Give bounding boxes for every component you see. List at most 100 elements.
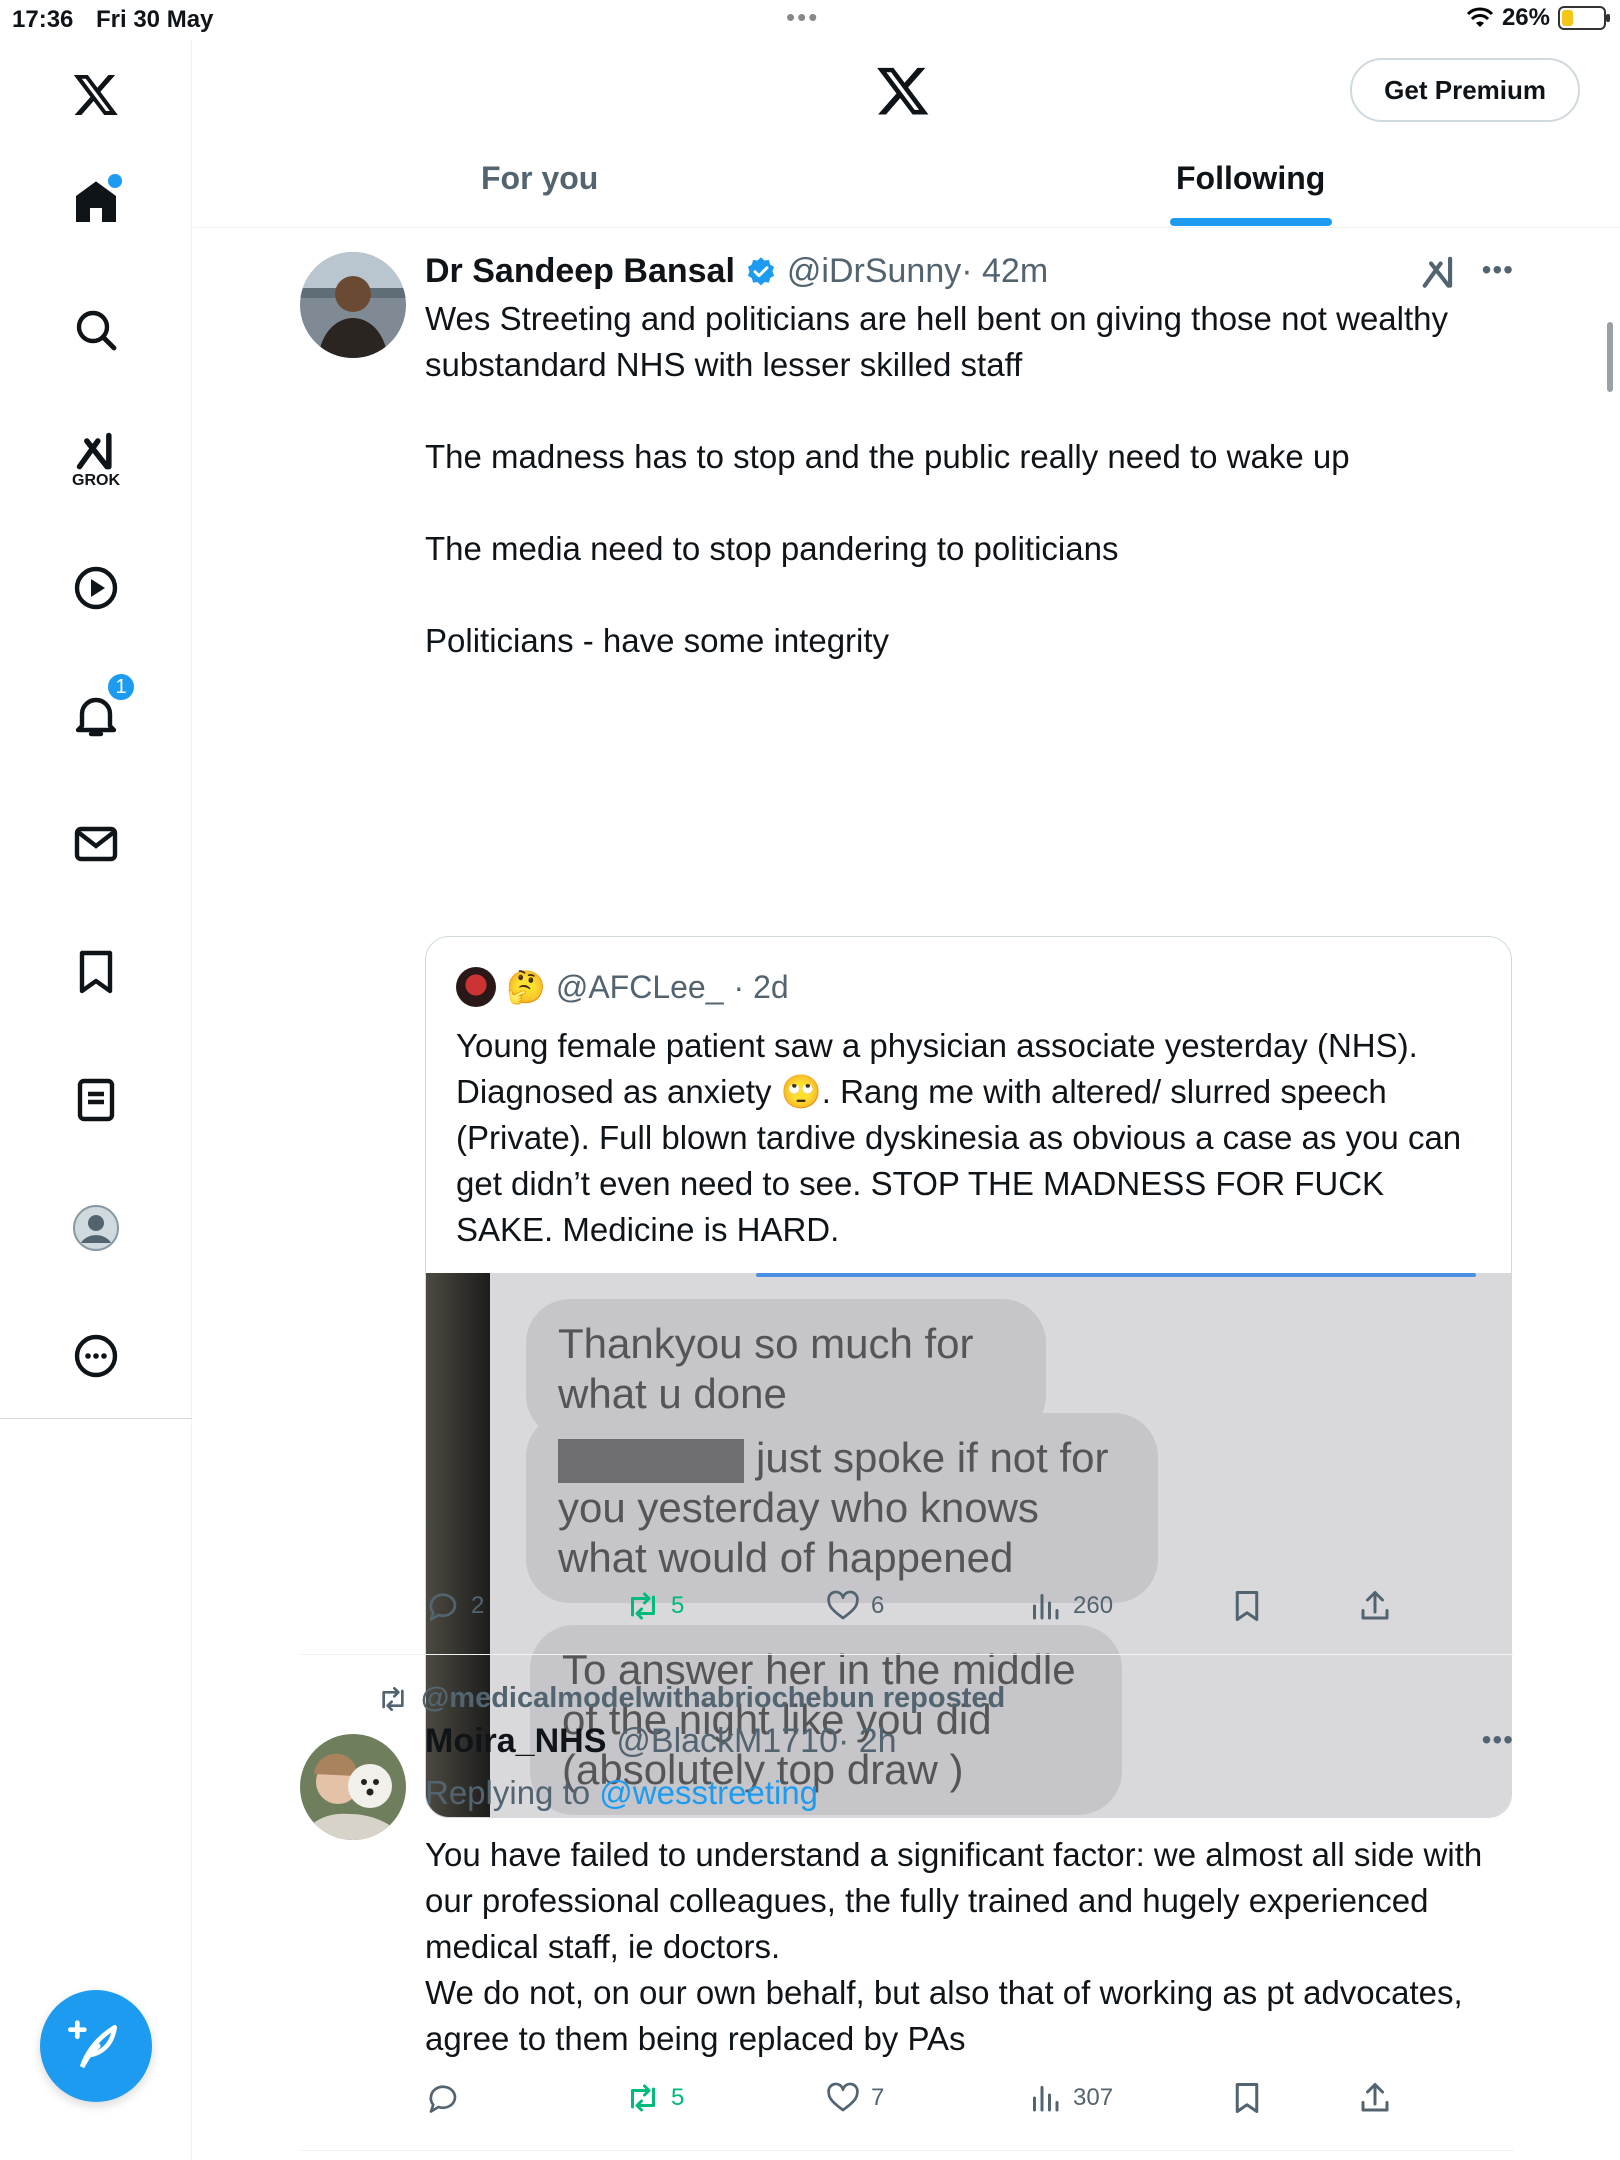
grok-icon[interactable] <box>1420 254 1458 292</box>
repost-icon <box>631 1592 655 1620</box>
sidebar-item-notifications[interactable]: 1 <box>64 672 136 748</box>
avatar[interactable] <box>300 1734 406 1840</box>
tweet[interactable]: Dr Sandeep Bansal @iDrSunny · 42m ••• We… <box>300 252 1514 1818</box>
heart-icon <box>827 2082 859 2112</box>
share-icon <box>1361 2083 1389 2112</box>
quote-avatar[interactable] <box>456 967 496 1007</box>
sidebar-item-messages[interactable] <box>64 812 128 876</box>
reply-icon <box>429 2085 457 2113</box>
repost-button[interactable]: 5 <box>625 2080 684 2116</box>
multitasking-dots-icon[interactable]: ••• <box>786 2 819 33</box>
sidebar-item-bookmarks[interactable] <box>64 940 128 1004</box>
reply-button[interactable]: 2 <box>425 1588 484 1624</box>
message-bubble: just spoke if not for you yesterday who … <box>526 1413 1158 1603</box>
sidebar-divider <box>0 1418 192 1419</box>
reply-count: 2 <box>471 1592 485 1619</box>
tweet[interactable]: @medicalmodelwithabriochebun reposted Mo… <box>300 1682 1514 2122</box>
share-button[interactable] <box>1357 1588 1393 1624</box>
repost-count: 5 <box>671 1592 685 1619</box>
tweet-actions: 5 7 307 <box>425 2080 1425 2124</box>
quote-handle[interactable]: @AFCLee_ <box>556 969 724 1006</box>
more-icon <box>74 1334 118 1378</box>
repost-button[interactable]: 5 <box>625 1588 684 1624</box>
status-right: 26% <box>1466 4 1610 32</box>
message-text: Thankyou so much for what u done <box>558 1320 974 1417</box>
quote-header: 🤔 @AFCLee_ · 2d <box>456 967 789 1007</box>
sidebar-item-home[interactable] <box>64 170 128 234</box>
sidebar-item-grok[interactable]: GROK <box>64 420 128 489</box>
quote-text: Young female patient saw a physician ass… <box>456 1027 1462 1248</box>
repost-indicator[interactable]: @medicalmodelwithabriochebun reposted <box>377 1682 1005 1715</box>
sidebar-item-lists[interactable] <box>64 1068 128 1132</box>
status-time: 17:36 <box>12 6 74 33</box>
like-count: 7 <box>871 2084 885 2111</box>
replying-to-link[interactable]: @wesstreeting <box>599 1774 818 1811</box>
status-bar: 17:36 Fri 30 May ••• 26% <box>0 0 1620 40</box>
bookmark-icon <box>79 950 113 994</box>
replying-to: Replying to @wesstreeting <box>425 1774 818 1812</box>
sidebar-item-search[interactable] <box>64 298 128 362</box>
like-button[interactable]: 7 <box>825 2080 884 2116</box>
replying-to-label: Replying to <box>425 1774 600 1811</box>
x-logo-icon[interactable] <box>875 62 931 118</box>
redaction-block <box>558 1438 744 1483</box>
views-button[interactable]: 307 <box>1027 2080 1113 2116</box>
repost-icon <box>382 1686 404 1711</box>
get-premium-button[interactable]: Get Premium <box>1350 58 1580 122</box>
sidebar-item-more[interactable] <box>64 1324 128 1388</box>
grok-label: GROK <box>72 472 120 489</box>
tweet-header: Moira_NHS @BlackM1710 · 2h <box>425 1722 897 1761</box>
mail-icon <box>74 826 118 862</box>
tweet-separator <box>300 2150 1514 2151</box>
home-unread-dot <box>108 174 122 188</box>
author-name[interactable]: Moira_NHS <box>425 1722 606 1761</box>
author-handle[interactable]: @iDrSunny <box>787 252 961 291</box>
image-top-line <box>756 1273 1476 1277</box>
share-icon <box>1361 1591 1389 1620</box>
author-handle[interactable]: @BlackM1710 <box>616 1722 838 1761</box>
tweet-actions: 2 5 6 260 <box>425 1588 1425 1632</box>
reply-icon <box>429 1593 457 1621</box>
share-button[interactable] <box>1357 2080 1393 2116</box>
repost-count: 5 <box>671 2084 685 2111</box>
active-tab-indicator <box>1170 218 1332 226</box>
repost-icon <box>631 2084 655 2112</box>
battery-percent: 26% <box>1501 4 1550 31</box>
list-icon <box>77 1078 115 1122</box>
tweet-separator <box>300 1654 1514 1655</box>
bookmark-icon <box>1235 2083 1259 2113</box>
view-count: 260 <box>1073 1592 1114 1619</box>
reposted-by: @medicalmodelwithabriochebun reposted <box>421 1682 1006 1714</box>
reply-button[interactable] <box>425 2080 471 2116</box>
tweet-time[interactable]: · 42m <box>961 252 1048 291</box>
tab-for-you[interactable]: For you <box>481 160 598 197</box>
quote-time: · 2d <box>733 968 789 1005</box>
sidebar-item-video[interactable] <box>64 556 128 620</box>
timeline-header: Get Premium For you Following <box>193 40 1620 228</box>
like-button[interactable]: 6 <box>825 1588 884 1624</box>
more-options-icon[interactable]: ••• <box>1482 1724 1514 1756</box>
bookmark-button[interactable] <box>1229 2080 1265 2116</box>
sidebar-item-profile[interactable] <box>64 1196 128 1260</box>
view-count: 307 <box>1073 2084 1114 2111</box>
compose-button[interactable] <box>40 1990 152 2102</box>
more-options-icon[interactable]: ••• <box>1482 254 1514 286</box>
avatar[interactable] <box>300 252 406 358</box>
author-name[interactable]: Dr Sandeep Bansal <box>425 252 735 291</box>
views-button[interactable]: 260 <box>1027 1588 1113 1624</box>
tweet-text: You have failed to understand a signific… <box>425 1836 1483 2057</box>
like-count: 6 <box>871 1592 885 1619</box>
wifi-icon <box>1466 7 1494 27</box>
x-logo-icon[interactable] <box>64 62 128 126</box>
scrollbar[interactable] <box>1607 322 1613 392</box>
bookmark-icon <box>1235 1591 1259 1621</box>
tab-following[interactable]: Following <box>1176 160 1325 197</box>
bookmark-button[interactable] <box>1229 1588 1265 1624</box>
quote-emoji: 🤔 <box>506 969 546 1005</box>
sidebar: GROK 1 <box>0 40 192 2160</box>
tweet-header: Dr Sandeep Bansal @iDrSunny · 42m <box>425 252 1048 291</box>
tweet-time[interactable]: · 2h <box>838 1722 897 1761</box>
notification-badge: 1 <box>106 672 136 702</box>
profile-icon <box>73 1205 119 1251</box>
verified-badge-icon <box>747 256 774 285</box>
